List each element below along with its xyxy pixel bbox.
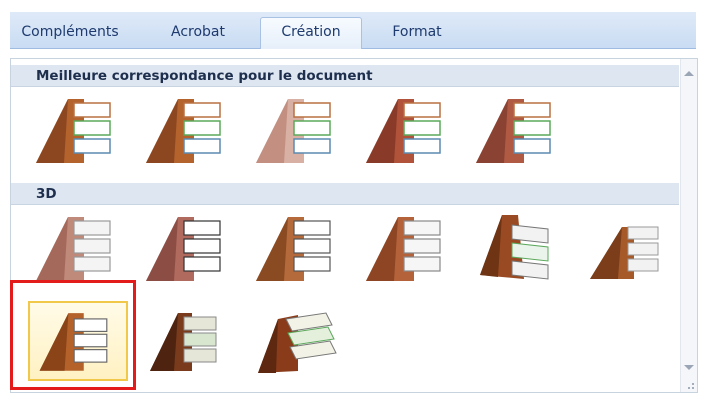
pyramid-list-3d-icon — [150, 313, 217, 371]
style-thumbnail[interactable] — [578, 209, 678, 287]
tab-creation[interactable]: Création — [260, 17, 362, 49]
resize-grip-icon[interactable] — [685, 380, 695, 390]
style-thumbnail[interactable] — [28, 209, 128, 287]
pyramid-list-perspective-icon — [480, 215, 549, 280]
style-thumbnail[interactable] — [468, 91, 568, 169]
pyramid-list-icon — [366, 99, 441, 163]
style-thumbnail[interactable] — [138, 91, 238, 169]
pyramid-list-icon — [476, 99, 551, 163]
pyramid-list-icon — [146, 99, 221, 163]
style-thumbnail[interactable] — [468, 209, 568, 287]
style-thumbnail[interactable] — [358, 91, 458, 169]
pyramid-list-3d-icon — [36, 217, 111, 281]
pyramid-list-3d-icon — [590, 226, 659, 279]
tab-format[interactable]: Format — [372, 18, 462, 48]
scroll-up-arrow-icon[interactable] — [684, 71, 694, 76]
section-header-3d: 3D — [11, 183, 679, 205]
pyramid-list-icon — [256, 99, 331, 163]
style-thumbnail[interactable] — [248, 209, 348, 287]
pyramid-list-perspective-icon — [258, 312, 337, 373]
pyramid-list-3d-icon — [146, 217, 221, 281]
highlight-callout — [10, 280, 136, 390]
pyramid-list-3d-icon — [366, 217, 441, 281]
style-thumbnail[interactable] — [248, 91, 348, 169]
style-thumbnail[interactable] — [28, 91, 128, 169]
ribbon-tab-strip: Compléments Acrobat Création Format — [10, 12, 696, 49]
gallery-scrollbar[interactable] — [680, 59, 697, 392]
style-thumbnail[interactable] — [138, 209, 238, 287]
smartart-design-gallery: Compléments Acrobat Création Format Meil… — [0, 0, 705, 400]
style-thumbnail[interactable] — [358, 209, 458, 287]
style-thumbnail[interactable] — [248, 301, 348, 379]
pyramid-list-icon — [36, 99, 111, 163]
scroll-down-arrow-icon[interactable] — [684, 365, 694, 370]
tab-acrobat[interactable]: Acrobat — [150, 18, 246, 48]
style-thumbnail[interactable] — [138, 301, 238, 379]
pyramid-list-3d-icon — [256, 217, 331, 281]
tab-complements[interactable]: Compléments — [10, 18, 130, 48]
section-header-best-match: Meilleure correspondance pour le documen… — [11, 65, 679, 87]
